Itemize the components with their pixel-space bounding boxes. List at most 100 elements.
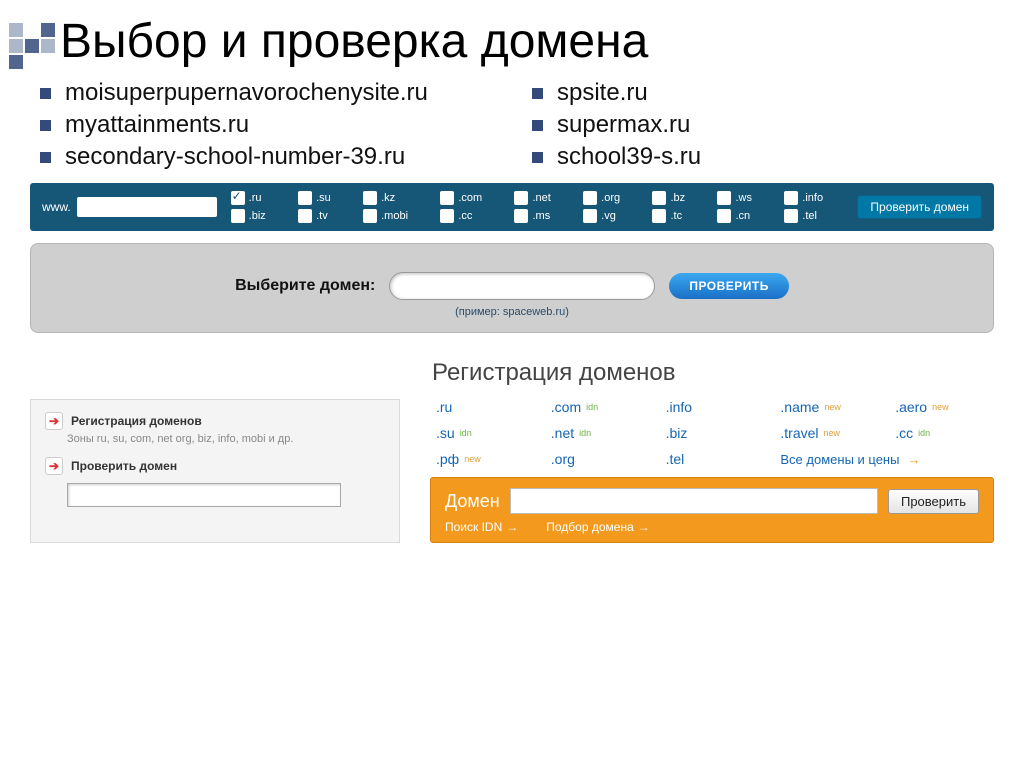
tld-checkbox[interactable]: .cn	[717, 209, 772, 223]
checkbox-icon	[717, 191, 731, 205]
choose-domain-label: Выберите домен:	[235, 277, 375, 295]
zone-link[interactable]: .netidn	[551, 425, 650, 441]
reg-heading: ➔ Регистрация доменов	[45, 412, 385, 430]
zone-link[interactable]: .ccidn	[895, 425, 994, 441]
bullet-icon	[40, 120, 51, 131]
zone-link[interactable]: .namenew	[780, 399, 879, 415]
bullet-text: secondary-school-number-39.ru	[65, 143, 405, 171]
bullet-item: school39-s.ru	[532, 143, 984, 171]
checkbox-icon	[298, 209, 312, 223]
checkbox-icon	[298, 191, 312, 205]
checkbox-icon	[583, 191, 597, 205]
slide-corner-deco	[8, 22, 78, 70]
bullet-text: moisuperpupernavorochenysite.ru	[65, 79, 428, 107]
domain-pick-link[interactable]: Подбор домена→	[546, 520, 650, 534]
bullet-icon	[532, 152, 543, 163]
zone-link[interactable]: .biz	[666, 425, 765, 441]
checkbox-icon	[231, 209, 245, 223]
checkbox-icon	[440, 191, 454, 205]
domain-input[interactable]	[77, 197, 217, 217]
checkbox-icon	[514, 191, 528, 205]
tld-checkbox[interactable]: .com	[440, 191, 502, 205]
tld-checkbox[interactable]: .su	[298, 191, 351, 205]
bullet-text: spsite.ru	[557, 79, 648, 107]
checkbox-icon	[514, 209, 528, 223]
arrow-right-icon: →	[506, 520, 518, 534]
idn-search-link[interactable]: Поиск IDN→	[445, 520, 518, 534]
check-domain-input[interactable]	[67, 483, 341, 507]
tld-checkbox[interactable]: .info	[784, 191, 843, 205]
tld-checkbox[interactable]: .tv	[298, 209, 351, 223]
www-label: www.	[42, 200, 71, 214]
zone-link[interactable]: .travelnew	[780, 425, 879, 441]
bullet-item: spsite.ru	[532, 79, 984, 107]
bullet-icon	[532, 88, 543, 99]
domain-check-bar: www. .ru .su .kz .com .net .org .bz .ws …	[30, 183, 994, 231]
reg-title: Регистрация доменов	[432, 359, 994, 387]
arrow-right-icon: ➔	[45, 457, 63, 475]
tld-checkbox[interactable]: .ru	[231, 191, 286, 205]
checkbox-icon	[583, 209, 597, 223]
tld-checkbox[interactable]: .org	[583, 191, 640, 205]
check-button[interactable]: ПРОВЕРИТЬ	[669, 273, 789, 299]
bullet-columns: moisuperpupernavorochenysite.ru myattain…	[40, 75, 984, 175]
www-prefix: www.	[42, 197, 217, 217]
tld-checkbox[interactable]: .ms	[514, 209, 571, 223]
zone-link[interactable]: .aeronew	[895, 399, 994, 415]
zone-link[interactable]: .info	[666, 399, 765, 415]
tld-checkbox[interactable]: .tc	[652, 209, 705, 223]
tld-checkbox-grid: .ru .su .kz .com .net .org .bz .ws .info…	[231, 191, 844, 223]
checkbox-icon	[784, 191, 798, 205]
domain-label: Домен	[445, 491, 500, 512]
check-domain-button[interactable]: Проверить домен	[857, 195, 982, 219]
tld-checkbox[interactable]: .kz	[363, 191, 428, 205]
zone-link[interactable]: .рфnew	[436, 451, 535, 467]
domain-select-panel: Выберите домен: ПРОВЕРИТЬ (пример: space…	[30, 243, 994, 333]
tld-checkbox[interactable]: .vg	[583, 209, 640, 223]
bullet-icon	[40, 88, 51, 99]
checkbox-icon	[363, 209, 377, 223]
domain-search-bar: Домен Проверить Поиск IDN→ Подбор домена…	[430, 477, 994, 543]
all-domains-link[interactable]: Все домены и цены→	[780, 451, 994, 467]
arrow-right-icon: →	[638, 520, 650, 534]
tld-checkbox[interactable]: .mobi	[363, 209, 428, 223]
checkbox-icon	[231, 191, 245, 205]
domain-registration-widget: Регистрация доменов .ru .comidn .info .n…	[430, 359, 994, 543]
bullet-icon	[532, 120, 543, 131]
checkbox-icon	[652, 209, 666, 223]
tld-checkbox[interactable]: .bz	[652, 191, 705, 205]
bullet-item: moisuperpupernavorochenysite.ru	[40, 79, 492, 107]
reg-subtext: Зоны ru, su, com, net org, biz, info, mo…	[67, 432, 385, 447]
arrow-right-icon: →	[907, 452, 920, 467]
domain-registration-box: ➔ Регистрация доменов Зоны ru, su, com, …	[30, 399, 400, 543]
arrow-right-icon: ➔	[45, 412, 63, 430]
example-hint: (пример: spaceweb.ru)	[31, 306, 993, 318]
tld-checkbox[interactable]: .biz	[231, 209, 286, 223]
bullet-icon	[40, 152, 51, 163]
zone-link[interactable]: .suidn	[436, 425, 535, 441]
bullet-text: myattainments.ru	[65, 111, 249, 139]
slide-title: Выбор и проверка домена	[60, 14, 1024, 69]
checkbox-icon	[440, 209, 454, 223]
check-domain-item: ➔ Проверить домен	[45, 457, 385, 475]
zone-link[interactable]: .org	[551, 451, 650, 467]
bullet-text: school39-s.ru	[557, 143, 701, 171]
check-button[interactable]: Проверить	[888, 489, 979, 514]
bullet-text: supermax.ru	[557, 111, 690, 139]
checkbox-icon	[784, 209, 798, 223]
checkbox-icon	[717, 209, 731, 223]
bullet-item: myattainments.ru	[40, 111, 492, 139]
bullet-item: secondary-school-number-39.ru	[40, 143, 492, 171]
checkbox-icon	[363, 191, 377, 205]
bullet-item: supermax.ru	[532, 111, 984, 139]
tld-checkbox[interactable]: .cc	[440, 209, 502, 223]
zone-link[interactable]: .comidn	[551, 399, 650, 415]
tld-checkbox[interactable]: .tel	[784, 209, 843, 223]
domain-search-input[interactable]	[510, 488, 878, 514]
zone-link[interactable]: .ru	[436, 399, 535, 415]
checkbox-icon	[652, 191, 666, 205]
choose-domain-input[interactable]	[389, 272, 655, 300]
tld-checkbox[interactable]: .net	[514, 191, 571, 205]
tld-checkbox[interactable]: .ws	[717, 191, 772, 205]
zone-link[interactable]: .tel	[666, 451, 765, 467]
